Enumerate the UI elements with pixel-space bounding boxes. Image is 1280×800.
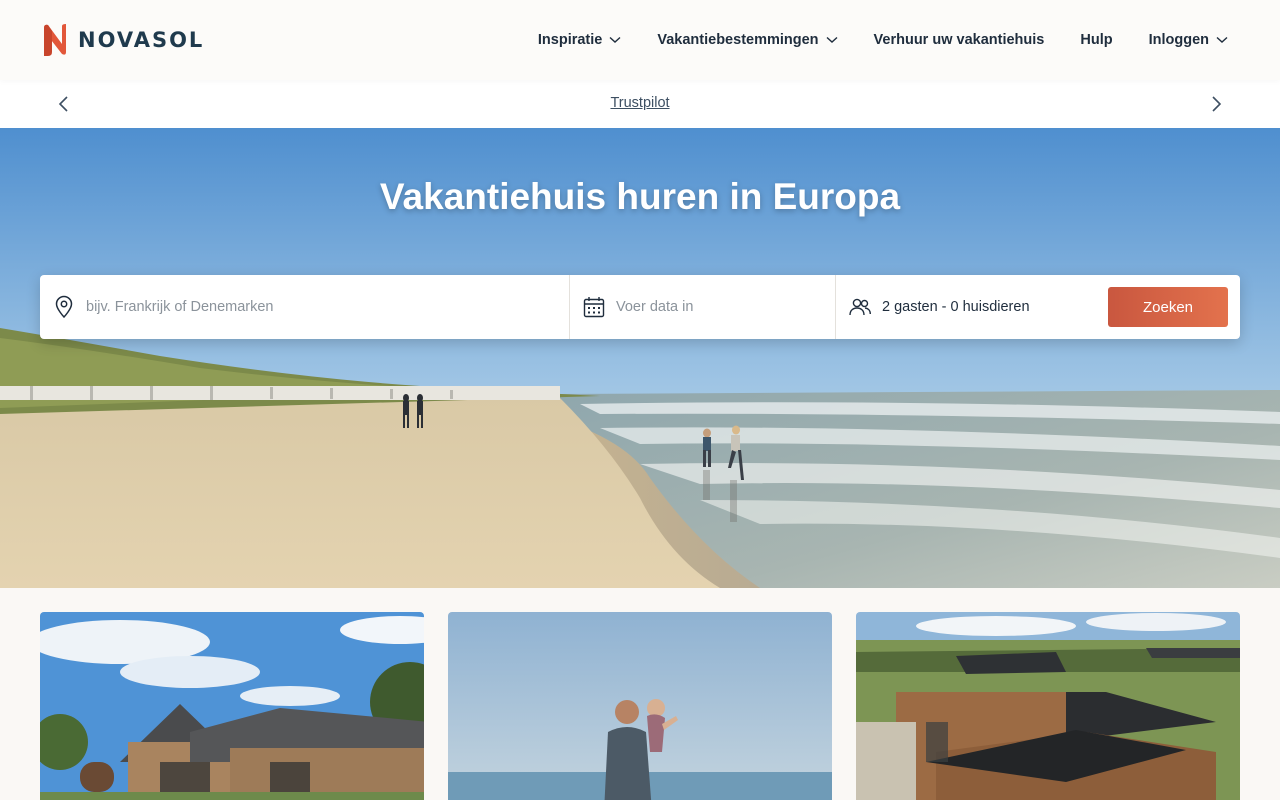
date-field[interactable] [570, 275, 836, 339]
location-input[interactable] [86, 299, 506, 315]
nav-verhuur[interactable]: Verhuur uw vakantiehuis [874, 32, 1045, 48]
site-header: NOVASOL Inspiratie Vakantiebestemmingen … [0, 0, 1280, 80]
map-pin-icon [55, 295, 73, 319]
nav-inloggen-label: Inloggen [1148, 32, 1209, 48]
search-bar: 2 gasten - 0 huisdieren Zoeken [40, 275, 1240, 339]
date-input[interactable] [616, 299, 816, 315]
logo-text: NOVASOL [78, 28, 205, 52]
nav-inspiratie-label: Inspiratie [537, 32, 603, 48]
nav-inloggen[interactable]: Inloggen [1149, 32, 1228, 48]
hero: Vakantiehuis huren in Europa bijv. Frank… [0, 128, 1280, 588]
nav-vakantiebestemmingen[interactable]: Vakantiebestemmingen [657, 32, 837, 48]
wooden-house-image [40, 612, 424, 800]
calendar-icon [583, 297, 605, 318]
trustpilot-link[interactable]: Trustpilot [610, 95, 669, 111]
chevron-down-icon [1216, 36, 1228, 43]
nav-hulp[interactable]: Hulp [1080, 32, 1112, 48]
nav-hulp-label: Hulp [1080, 32, 1113, 48]
novasol-logo[interactable]: NOVASOL [40, 22, 204, 58]
inspiration-card-2[interactable] [448, 612, 832, 800]
guests-value[interactable]: 2 gasten - 0 huisdieren [882, 299, 1030, 315]
nav-inspiratie[interactable]: Inspiratie [538, 32, 621, 48]
inspiration-card-3[interactable] [856, 612, 1240, 800]
chevron-right-icon[interactable] [1206, 94, 1226, 114]
nav-vakantiebestemmingen-label: Vakantiebestemmingen [657, 32, 819, 48]
guests-field[interactable]: 2 gasten - 0 huisdieren Zoeken [836, 275, 1240, 339]
chevron-down-icon [609, 36, 621, 43]
location-field[interactable] [40, 275, 570, 339]
black-roof-houses-image [856, 612, 1240, 800]
search-button[interactable]: Zoeken [1108, 287, 1228, 327]
novasol-logo-icon [44, 24, 66, 56]
chevron-down-icon [826, 36, 837, 43]
inspiration-card-1[interactable] [40, 612, 424, 800]
nav-verhuur-label: Verhuur uw vakantiehuis [873, 32, 1045, 48]
guests-icon [849, 298, 871, 316]
main-nav: Inspiratie Vakantiebestemmingen Verhuur … [538, 0, 1228, 80]
hero-title: Vakantiehuis huren in Europa [379, 176, 901, 217]
father-child-beach-image [448, 612, 832, 800]
trustpilot-bar: Trustpilot [0, 80, 1280, 128]
